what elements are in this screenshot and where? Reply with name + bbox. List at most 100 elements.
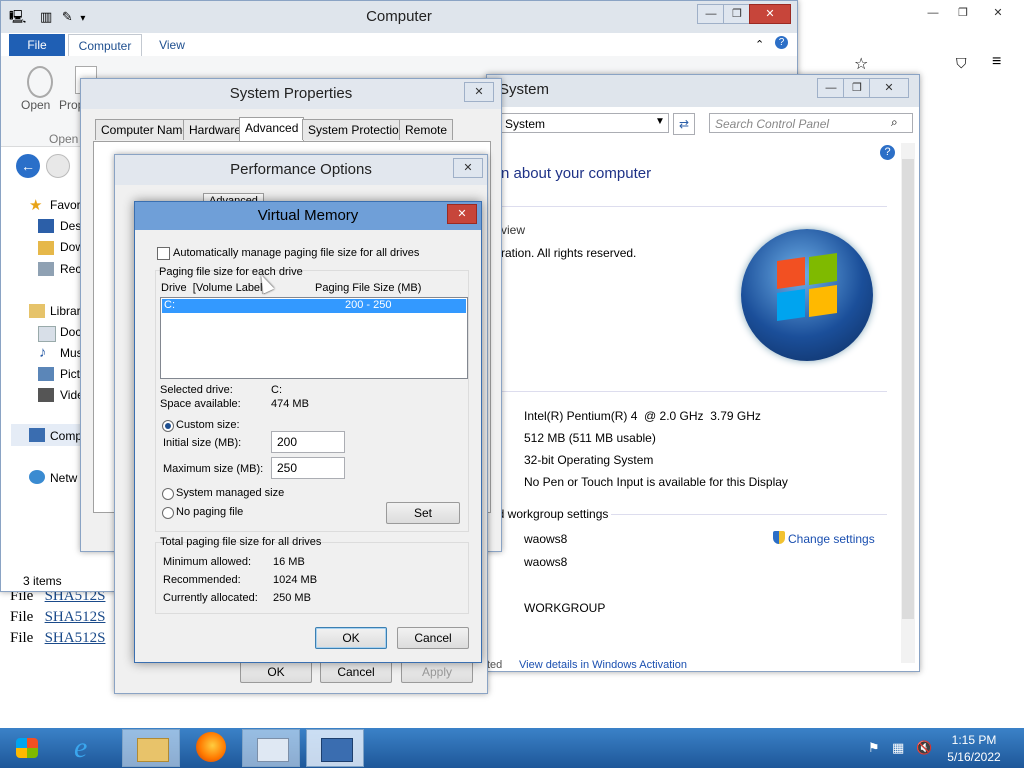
system-properties-titlebar: System Properties (81, 79, 501, 109)
no-paging-label[interactable]: No paging file (176, 506, 243, 518)
system-minimize-button[interactable]: — (817, 78, 845, 98)
search-input[interactable]: Search Control Panel (709, 113, 913, 133)
status-bar-text: 3 items (23, 574, 62, 588)
browser-close-button[interactable]: ✕ (985, 4, 1011, 22)
computer-small-icon[interactable]: 🖳 (9, 9, 26, 24)
tab-computer-name[interactable]: Computer Name (95, 119, 196, 140)
clock-time[interactable]: 1:15 PM (950, 733, 998, 747)
browser-minimize-button[interactable]: — (920, 4, 946, 22)
rename-small-icon[interactable]: ✎ (62, 9, 73, 24)
system-managed-label[interactable]: System managed size (176, 487, 284, 499)
performance-options-close-button[interactable]: ✕ (453, 158, 483, 178)
system-properties-ok-button[interactable]: OK (240, 661, 312, 683)
drive-row[interactable]: C: 200 - 250 (162, 299, 466, 313)
back-button[interactable]: ← (16, 154, 40, 178)
control-panel-icon[interactable] (242, 729, 300, 767)
sha-link[interactable]: SHA512S (45, 630, 106, 646)
full-name-value: waows8 (524, 555, 568, 569)
internet-explorer-icon[interactable]: e (74, 732, 106, 764)
open-button[interactable]: Open (21, 98, 50, 112)
ok-button[interactable]: OK (315, 627, 387, 649)
bookmark-star-icon[interactable]: ☆ (854, 54, 868, 74)
change-settings-link[interactable]: Change settings (788, 532, 875, 546)
flag-icon[interactable]: ⚑ (868, 740, 880, 756)
tab-advanced[interactable]: Advanced (239, 117, 305, 141)
file-explorer-icon[interactable] (122, 729, 180, 767)
tab-hardware[interactable]: Hardware (183, 119, 248, 140)
explorer-maximize-button[interactable]: ❐ (723, 4, 751, 24)
pocket-icon[interactable]: ⛉ (956, 55, 967, 72)
auto-manage-label[interactable]: Automatically manage paging file size fo… (173, 247, 419, 259)
auto-manage-checkbox[interactable] (157, 247, 170, 260)
activation-link[interactable]: View details in Windows Activation (519, 659, 687, 671)
currently-allocated-label: Currently allocated: (163, 592, 258, 604)
system-close-button[interactable]: ✕ (869, 78, 909, 98)
ribbon-tab-file[interactable]: File (9, 34, 65, 56)
ribbon-collapse-icon[interactable]: ⌃ (755, 38, 764, 51)
no-paging-radio[interactable] (162, 507, 174, 519)
system-properties-close-button[interactable]: ✕ (464, 82, 494, 102)
chevron-down-icon[interactable]: ▾ (80, 13, 85, 24)
drive-list[interactable]: C: 200 - 250 (160, 297, 468, 379)
nav-pictures[interactable]: Pict (60, 367, 80, 381)
tab-system-protection[interactable]: System Protection (302, 119, 412, 140)
logo-pane-red (777, 257, 805, 289)
open-icon[interactable] (27, 66, 53, 98)
nav-documents[interactable]: Doc (60, 325, 81, 339)
processor-value: Intel(R) Pentium(R) 4 @ 2.0 GHz 3.79 GHz (524, 409, 761, 423)
nav-favorites[interactable]: Favori (50, 198, 83, 212)
taskbar: e ⚑ ▦ 🔇 1:15 PM 5/16/2022 (0, 728, 1024, 768)
tab-remote[interactable]: Remote (399, 119, 454, 140)
ribbon-group-label: Open (49, 132, 79, 146)
logo-pane-green (809, 253, 837, 285)
address-dropdown-icon[interactable]: ▼ (655, 116, 665, 127)
nav-network[interactable]: Netw (50, 471, 77, 485)
explorer-minimize-button[interactable]: — (697, 4, 725, 24)
explorer-close-button[interactable]: ✕ (749, 4, 791, 24)
volume-icon[interactable]: 🔇 (916, 740, 932, 756)
workgroup-heading: nd workgroup settings (491, 507, 609, 521)
paging-group-label: Paging file size for each drive (159, 266, 303, 278)
set-button[interactable]: Set (386, 502, 460, 524)
max-size-input[interactable]: 250 (271, 457, 345, 479)
network-tray-icon[interactable]: ▦ (892, 740, 904, 756)
start-button[interactable] (6, 732, 50, 764)
shield-icon (773, 531, 785, 544)
ribbon-tab-computer[interactable]: Computer (68, 34, 142, 57)
ribbon-tab-view[interactable]: View (147, 34, 197, 56)
forward-button[interactable] (46, 154, 70, 178)
help-icon[interactable]: ? (775, 36, 788, 49)
menu-icon[interactable]: ≡ (992, 53, 1001, 71)
explorer-titlebar: Computer (1, 1, 797, 33)
address-bar[interactable]: System (499, 113, 669, 133)
system-managed-radio[interactable] (162, 488, 174, 500)
nav-computer[interactable]: Comp (50, 429, 82, 443)
clock-date[interactable]: 5/16/2022 (944, 750, 1004, 764)
system-properties-icon[interactable] (306, 729, 364, 767)
virtual-memory-close-button[interactable]: ✕ (447, 204, 477, 224)
copyright-fragment: ration. All rights reserved. (501, 246, 637, 260)
system-properties-cancel-button[interactable]: Cancel (320, 661, 392, 683)
search-icon[interactable]: ⌕ (891, 115, 898, 130)
browser-maximize-button[interactable]: ❐ (950, 4, 976, 22)
space-available-value: 474 MB (271, 398, 309, 410)
nav-libraries[interactable]: Librar (50, 304, 81, 318)
properties-small-icon[interactable]: ▥ (40, 9, 52, 24)
custom-size-label[interactable]: Custom size: (176, 419, 240, 431)
cancel-button[interactable]: Cancel (397, 627, 469, 649)
initial-size-input[interactable]: 200 (271, 431, 345, 453)
custom-size-radio[interactable] (162, 420, 174, 432)
help-icon[interactable]: ? (880, 145, 895, 160)
system-maximize-button[interactable]: ❐ (843, 78, 871, 98)
pen-touch-value: No Pen or Touch Input is available for t… (524, 475, 788, 489)
documents-icon (38, 326, 56, 342)
scroll-thumb[interactable] (902, 159, 914, 619)
star-icon: ★ (29, 197, 43, 214)
navigation-pane: ★ Favori Desk Dow Rece Librar Doc ♪ Mus … (1, 186, 88, 566)
firefox-icon[interactable] (196, 732, 226, 762)
sha-link[interactable]: SHA512S (45, 609, 106, 625)
windows-logo (741, 229, 873, 361)
start-icon (16, 738, 38, 758)
system-type-value: 32-bit Operating System (524, 453, 654, 467)
refresh-icon[interactable]: ⇄ (673, 113, 695, 135)
